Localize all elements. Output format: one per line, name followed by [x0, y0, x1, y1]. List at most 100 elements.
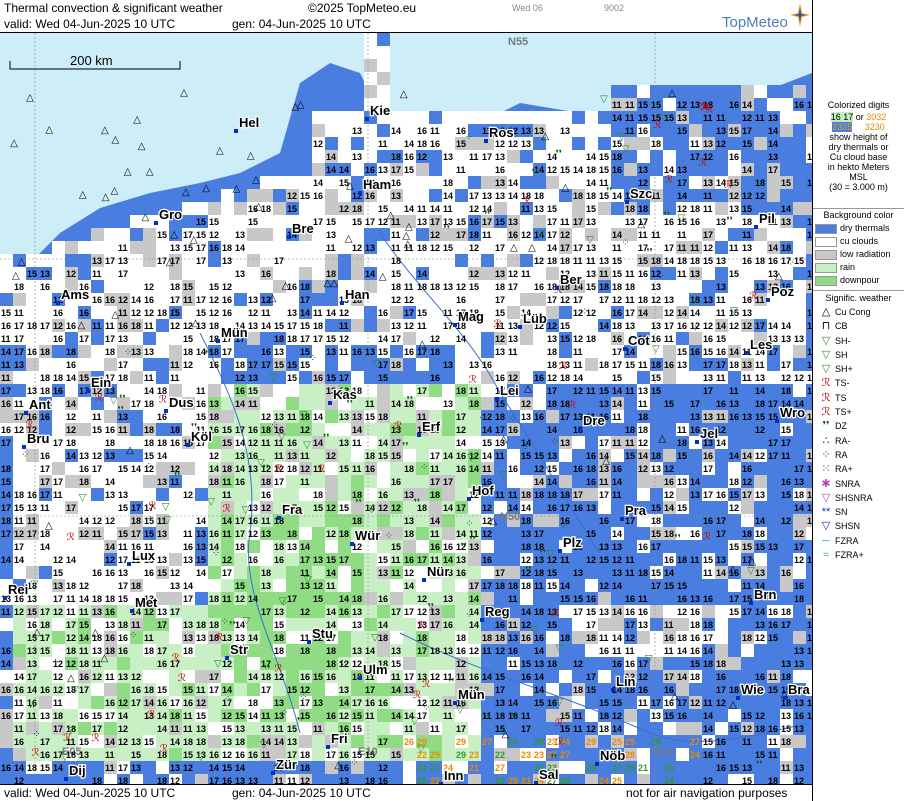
thermal-value: 12 — [755, 711, 765, 721]
thermal-value: 16 — [664, 360, 674, 370]
thermal-value: 15 — [144, 529, 154, 539]
thermal-value: 14 — [14, 555, 24, 565]
city-marker-icon — [328, 401, 332, 405]
thermal-value: 13 — [79, 451, 89, 461]
thermal-value: 16 — [430, 542, 440, 552]
weather-symbol: △ — [561, 183, 569, 194]
city-label: Dus — [169, 395, 194, 410]
thermal-value: 28 — [625, 750, 635, 760]
thermal-value: 14 — [14, 763, 24, 773]
thermal-value: 13 — [495, 698, 505, 708]
city-marker-icon — [453, 701, 457, 705]
thermal-value: 18 — [443, 178, 453, 188]
weather-symbol: ℛ — [223, 503, 231, 514]
thermal-value: 16 — [794, 581, 804, 591]
weather-symbol: ❜❜ — [229, 621, 235, 632]
thermal-value: 16 — [495, 165, 505, 175]
thermal-value: 16 — [209, 529, 219, 539]
thermal-value: 14 — [547, 425, 557, 435]
thermal-value: 11 — [261, 711, 271, 721]
thermal-value: 18 — [300, 646, 310, 656]
weather-symbol-icon: ℛ — [821, 391, 831, 404]
thermal-value: 12 — [391, 295, 401, 305]
city-marker-icon — [695, 440, 699, 444]
thermal-value: 16 — [326, 672, 336, 682]
weather-symbol: ℛ — [274, 664, 282, 675]
thermal-value: 11 — [365, 711, 375, 721]
weather-symbol: ▽ — [303, 440, 311, 451]
weather-symbol: △ — [18, 257, 26, 268]
thermal-value: 18 — [547, 256, 557, 266]
thermal-value: 15 — [599, 555, 609, 565]
thermal-value: 11 — [339, 321, 349, 331]
legend-colorized-desc-0: show height of — [829, 132, 888, 142]
thermal-value: 15 — [365, 412, 375, 422]
thermal-value: 15 — [157, 230, 167, 240]
thermal-value: 11 — [716, 308, 726, 318]
thermal-value: 13 — [690, 269, 700, 279]
thermal-value: 13 — [261, 581, 271, 591]
thermal-value: 29 — [586, 737, 596, 747]
weather-symbol: △ — [252, 175, 260, 186]
weather-symbol: ▽ — [618, 132, 626, 143]
weather-symbol: ❜❜ — [174, 472, 180, 483]
thermal-value: 18 — [612, 152, 622, 162]
thermal-value: 11 — [651, 191, 661, 201]
thermal-value: 14 — [222, 516, 232, 526]
thermal-value: 16 — [1, 321, 11, 331]
legend-bg-label: rain — [840, 262, 856, 272]
legend-weather-item: ≈ FZRA+ — [813, 548, 904, 562]
legend-colorized-examples: 16 17 or 3032 — [813, 112, 904, 122]
thermal-value: 18 — [352, 204, 362, 214]
thermal-value: 12 — [235, 594, 245, 604]
thermal-value: 13 — [248, 373, 258, 383]
thermal-value: 13 — [287, 737, 297, 747]
thermal-value: 16 — [1, 711, 11, 721]
thermal-value: 17 — [547, 386, 557, 396]
thermal-value: 17 — [599, 438, 609, 448]
thermal-value: 18 — [638, 568, 648, 578]
thermal-value: 15 — [612, 269, 622, 279]
legend-colorized-examples-2: 2325 3230 — [813, 122, 904, 132]
thermal-value: 14 — [469, 594, 479, 604]
thermal-value: 13 — [443, 282, 453, 292]
city-label: Bre — [292, 221, 314, 236]
thermal-value: 16 — [716, 672, 726, 682]
thermal-value: 16 — [742, 256, 752, 266]
city-marker-icon — [56, 301, 60, 305]
legend-weather-item: ▽ SH+ — [813, 362, 904, 376]
thermal-value: 15 — [313, 594, 323, 604]
thermal-value: 13 — [287, 308, 297, 318]
weather-map[interactable]: N55N50E05E10E15 111115151213181614161614… — [0, 32, 812, 785]
weather-symbol: ❜❜ — [355, 498, 361, 509]
weather-symbol: △ — [111, 185, 119, 196]
thermal-value: 14 — [326, 165, 336, 175]
thermal-value: 18 — [248, 698, 258, 708]
thermal-value: 13 — [703, 412, 713, 422]
thermal-value: 13 — [14, 360, 24, 370]
thermal-value: 14 — [612, 399, 622, 409]
thermal-value: 13 — [794, 646, 804, 656]
thermal-value: 16 — [118, 646, 128, 656]
thermal-value: 18 — [560, 373, 570, 383]
weather-symbol-icon: ▽ — [821, 348, 831, 361]
thermal-value: 12 — [326, 451, 336, 461]
thermal-value: 16 — [365, 464, 375, 474]
city-marker-icon — [130, 609, 134, 613]
city-label: Szc — [630, 186, 652, 201]
thermal-value: 11 — [53, 698, 63, 708]
weather-symbol: ▽ — [71, 685, 79, 696]
thermal-value: 18 — [14, 490, 24, 500]
thermal-value: 15 — [118, 594, 128, 604]
city-marker-icon — [518, 325, 522, 329]
thermal-value: 13 — [742, 412, 752, 422]
thermal-value: 27 — [495, 763, 505, 773]
city-marker-icon — [216, 339, 220, 343]
thermal-value: 15 — [560, 321, 570, 331]
thermal-value: 12 — [560, 295, 570, 305]
thermal-value: 15 — [79, 373, 89, 383]
thermal-value: 12 — [521, 399, 531, 409]
thermal-value: 18 — [157, 438, 167, 448]
thermal-value: 14 — [612, 529, 622, 539]
legend-bg-label: cu clouds — [840, 236, 879, 246]
